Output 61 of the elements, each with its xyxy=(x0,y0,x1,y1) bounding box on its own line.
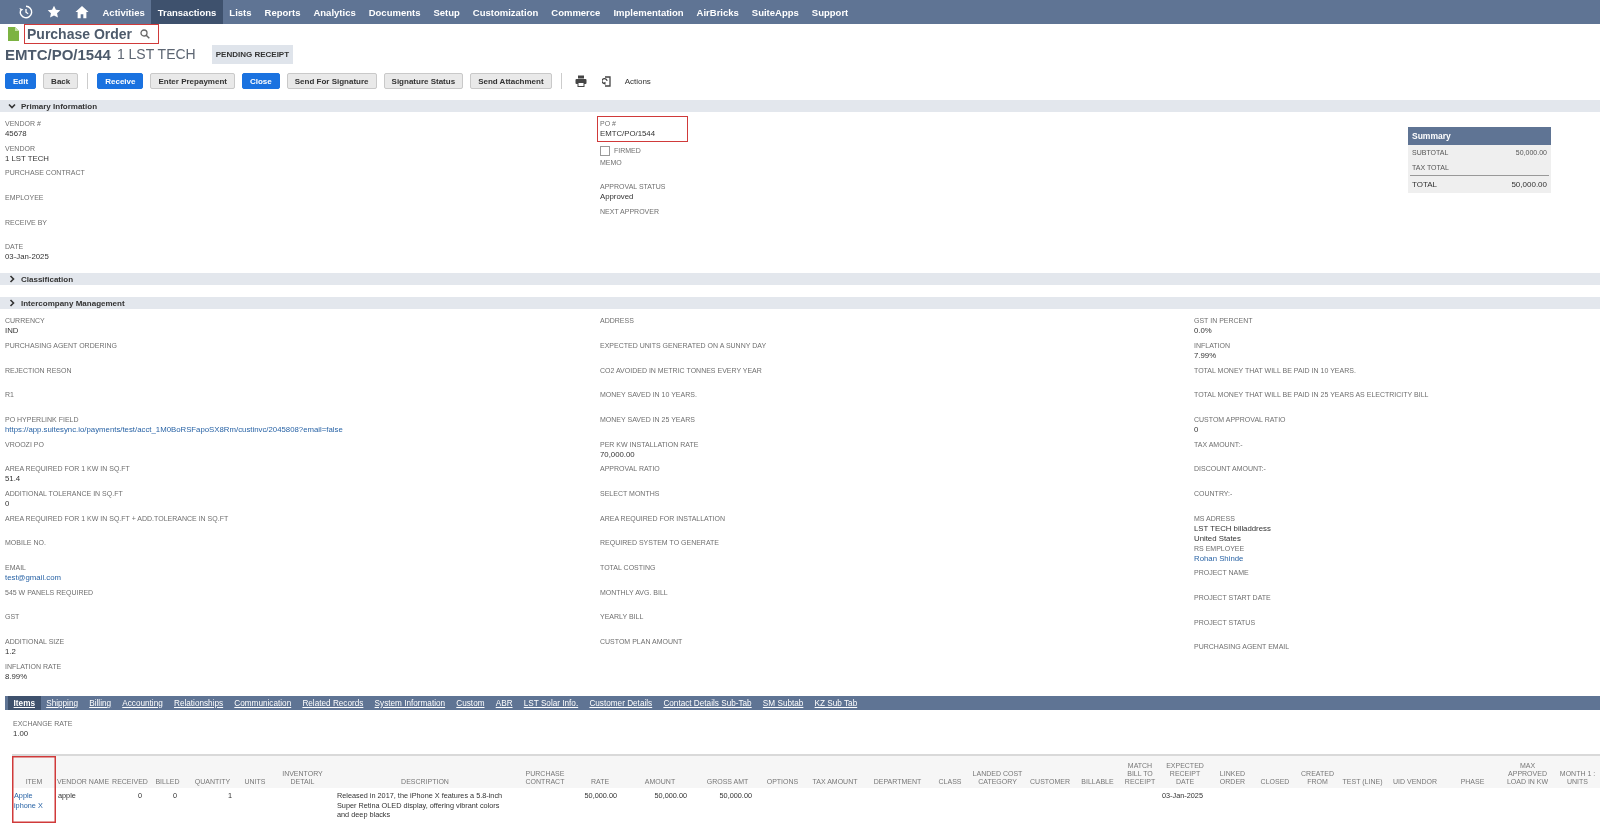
section-title: Intercompany Management xyxy=(21,298,125,308)
actions-menu[interactable]: Actions xyxy=(624,76,651,86)
vendor-name: 1 LST TECH xyxy=(116,46,196,62)
nav-menu-item[interactable]: Implementation xyxy=(606,0,691,24)
subtab[interactable]: Billing xyxy=(83,696,117,711)
subtab[interactable]: Related Records xyxy=(296,696,369,711)
nav-menu-item[interactable]: Lists xyxy=(222,0,259,24)
subtab[interactable]: LST Solar Info. xyxy=(518,696,584,711)
nav-menu-item[interactable]: Transactions xyxy=(151,0,223,24)
chevron-icon[interactable] xyxy=(8,299,16,308)
toolbar-button[interactable]: Send Attachment xyxy=(470,73,552,89)
record-number: EMTC/PO/1544 xyxy=(5,45,111,63)
section-title: Primary Information xyxy=(21,101,97,111)
nav-menu-item[interactable]: SuiteApps xyxy=(745,0,806,24)
recent-clock-icon[interactable] xyxy=(19,5,33,19)
search-icon[interactable] xyxy=(140,28,151,39)
nav-menu-item[interactable]: Documents xyxy=(362,0,427,24)
nav-menu-item[interactable]: Activities xyxy=(96,0,152,24)
subtab[interactable]: Contact Details Sub-Tab xyxy=(657,696,758,711)
subtab[interactable]: ABR xyxy=(490,696,519,711)
nav-menu-item[interactable]: Reports xyxy=(258,0,307,24)
nav-menu-item[interactable]: Setup xyxy=(426,0,467,24)
circular-arrow-icon[interactable] xyxy=(601,75,614,87)
subtab[interactable]: Shipping xyxy=(40,696,84,711)
subtab[interactable]: Custom xyxy=(450,696,491,711)
page-title: Purchase Order xyxy=(27,25,133,42)
subtab[interactable]: Accounting xyxy=(116,696,169,711)
toolbar-button[interactable]: Enter Prepayment xyxy=(150,73,235,89)
nav-menu-item[interactable]: Analytics xyxy=(306,0,363,24)
subtab[interactable]: KZ Sub Tab xyxy=(808,696,863,711)
star-icon[interactable] xyxy=(47,5,61,19)
summary-value: 50,000.00 xyxy=(1511,180,1547,189)
subtab[interactable]: SM Subtab xyxy=(757,696,809,711)
section-header[interactable]: Intercompany Management xyxy=(0,297,1600,310)
nav-menu-item[interactable]: Customization xyxy=(466,0,545,24)
firmed-checkbox[interactable] xyxy=(600,145,610,156)
section-header[interactable]: Classification xyxy=(0,273,1600,286)
toolbar-button[interactable]: Receive xyxy=(97,73,144,89)
chevron-icon[interactable] xyxy=(8,275,16,284)
subtab[interactable]: Items xyxy=(8,696,41,711)
nav-menu-item[interactable]: Commerce xyxy=(544,0,607,24)
subtab[interactable]: Relationships xyxy=(168,696,229,711)
subtab[interactable]: Customer Details xyxy=(583,696,658,711)
section-header[interactable]: Primary Information xyxy=(0,100,1600,112)
subtab[interactable]: System Information xyxy=(369,696,451,711)
print-icon[interactable] xyxy=(574,75,587,87)
section-title: Classification xyxy=(21,274,73,284)
toolbar-button[interactable]: Signature Status xyxy=(383,73,464,89)
home-icon[interactable] xyxy=(75,5,89,19)
toolbar-button[interactable]: Close xyxy=(241,73,280,89)
summary-label: TOTAL xyxy=(1412,180,1438,189)
toolbar-button[interactable]: Back xyxy=(43,73,79,89)
subtab[interactable]: Communication xyxy=(228,696,297,711)
status-badge: PENDING RECEIPT xyxy=(211,44,294,64)
chevron-icon[interactable] xyxy=(8,102,16,110)
summary-title: Summary xyxy=(1408,127,1551,145)
document-icon xyxy=(8,26,19,41)
nav-menu-item[interactable]: Support xyxy=(805,0,855,24)
toolbar-button[interactable]: Edit xyxy=(5,73,37,89)
toolbar-button[interactable]: Send For Signature xyxy=(286,73,377,89)
nav-menu-item[interactable]: AirBricks xyxy=(690,0,746,24)
